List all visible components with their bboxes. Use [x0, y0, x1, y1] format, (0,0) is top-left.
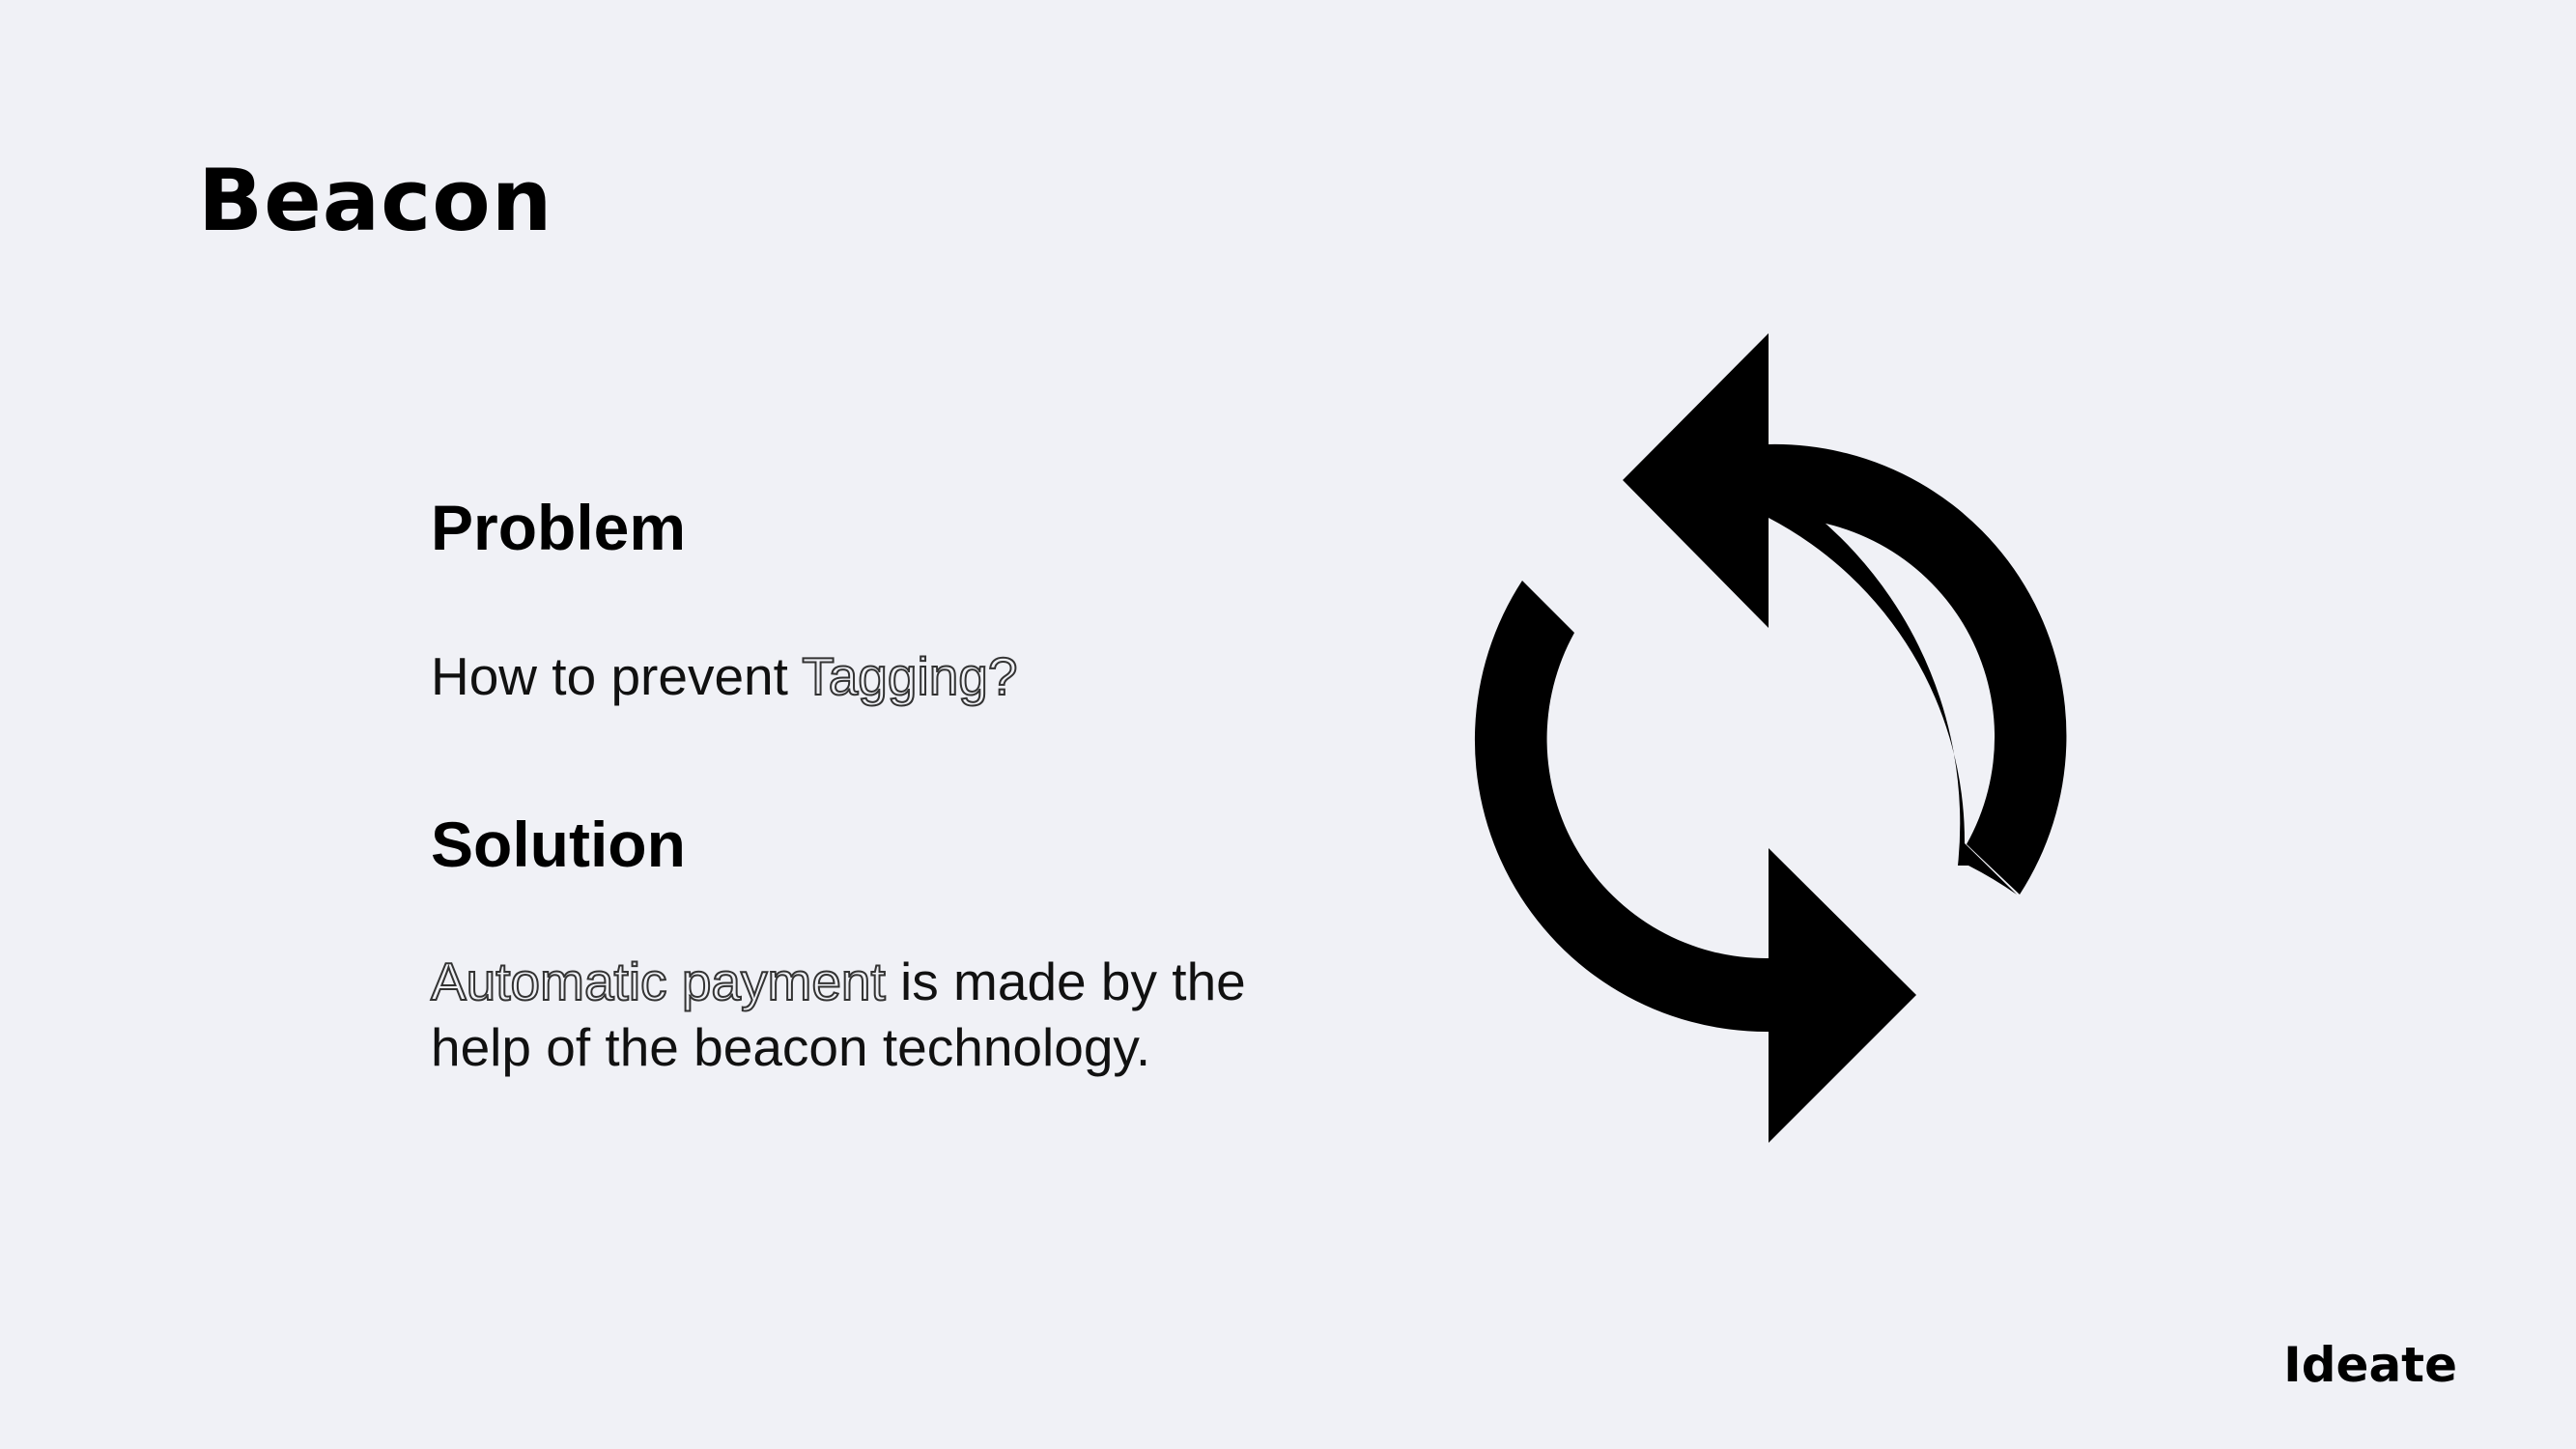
refresh-arrows-icon: [1474, 333, 2067, 1143]
solution-text: Automatic payment is made by the help of…: [430, 949, 1300, 1080]
slide-title: Beacon: [198, 151, 553, 250]
problem-text: How to prevent Tagging?: [431, 643, 1018, 709]
problem-heading: Problem: [431, 492, 687, 563]
footer-label: Ideate: [2283, 1337, 2457, 1393]
slide: Beacon Problem How to prevent Tagging? S…: [0, 0, 2576, 1449]
solution-heading: Solution: [431, 809, 686, 880]
problem-text-prefix: How to prevent: [431, 646, 803, 706]
problem-text-emphasis: Tagging?: [801, 645, 1018, 707]
solution-text-emphasis: Automatic payment: [430, 951, 887, 1012]
